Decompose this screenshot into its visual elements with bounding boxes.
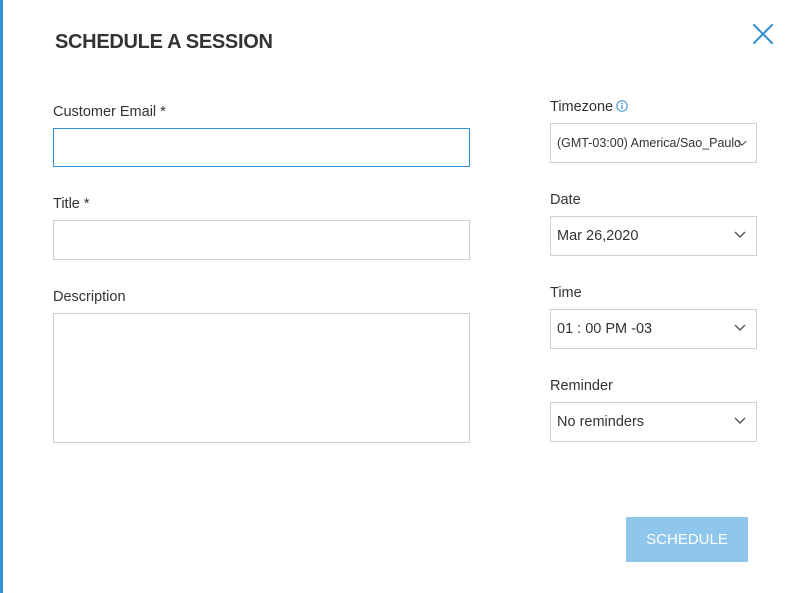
time-label: Time	[550, 285, 582, 301]
time-select[interactable]: 01 : 00 PM -03	[550, 309, 757, 349]
timezone-label-text: Timezone	[550, 99, 614, 115]
time-select-value: 01 : 00 PM -03	[557, 321, 653, 337]
schedule-button[interactable]: SCHEDULE	[626, 517, 748, 562]
date-label: Date	[550, 192, 581, 208]
dialog-title: SCHEDULE A SESSION	[55, 31, 273, 53]
title-input[interactable]	[53, 220, 470, 260]
close-icon	[753, 24, 773, 44]
customer-email-label: Customer Email *	[53, 104, 166, 120]
description-label: Description	[53, 289, 126, 305]
timezone-select-value: (GMT-03:00) America/Sao_Paulo	[557, 136, 742, 150]
title-label: Title *	[53, 196, 90, 212]
reminder-select-value: No reminders	[557, 414, 645, 430]
schedule-session-dialog: SCHEDULE A SESSION Customer Email * Titl…	[0, 0, 795, 593]
date-select-value: Mar 26,2020	[557, 228, 639, 244]
dialog-accent-bar	[0, 0, 3, 593]
customer-email-input[interactable]	[53, 128, 470, 167]
chevron-down-icon	[734, 324, 746, 331]
close-button[interactable]	[751, 22, 775, 46]
date-select[interactable]: Mar 26,2020	[550, 216, 757, 256]
description-textarea[interactable]	[53, 313, 470, 443]
chevron-down-icon	[734, 231, 746, 238]
reminder-label: Reminder	[550, 378, 613, 394]
timezone-select[interactable]: (GMT-03:00) America/Sao_Paulo	[550, 123, 757, 163]
timezone-label: Timezone	[550, 98, 628, 116]
chevron-down-icon	[734, 417, 746, 424]
reminder-select[interactable]: No reminders	[550, 402, 757, 442]
chevron-down-icon	[737, 140, 747, 146]
info-icon[interactable]	[616, 100, 628, 112]
